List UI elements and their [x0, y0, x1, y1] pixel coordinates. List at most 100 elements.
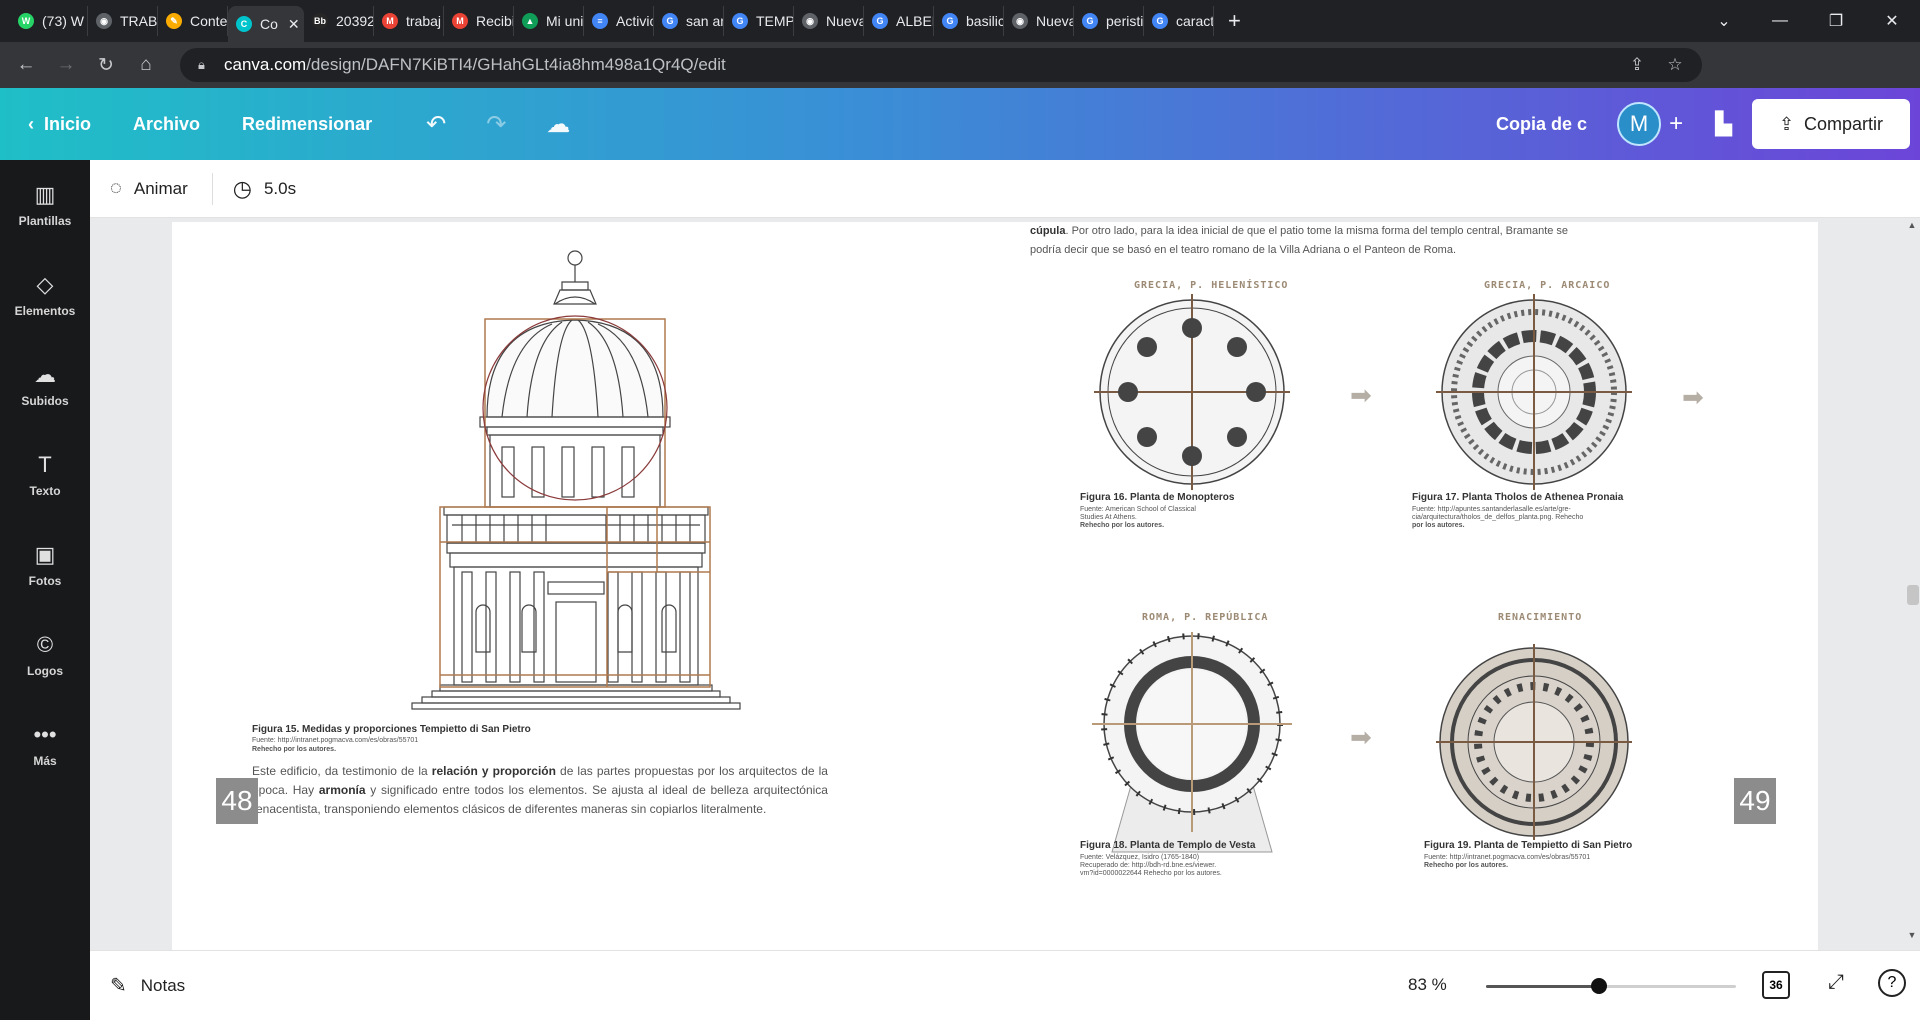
scroll-up-icon[interactable]: ▲ [1904, 220, 1920, 230]
share-button[interactable]: ⇪ Compartir [1752, 99, 1910, 149]
clock-icon: ◷ [232, 175, 252, 201]
file-menu-button[interactable]: Archivo [133, 114, 200, 135]
forward-icon[interactable]: → [46, 54, 86, 76]
tab-label: Conte [190, 13, 228, 29]
design-canvas: Figura 15. Medidas y proporciones Tempie… [90, 218, 1920, 950]
bookmark-star-icon[interactable]: ☆ [1658, 55, 1692, 75]
browser-tab[interactable]: G TEMPL [724, 6, 794, 36]
browser-tab[interactable]: ≡ Activic [584, 6, 654, 36]
notes-button[interactable]: ✎ Notas [110, 973, 185, 998]
undo-icon[interactable]: ↶ [426, 110, 446, 139]
sidebar-item-icon: ▣ [34, 542, 56, 567]
tab-favicon-icon: ◉ [96, 13, 112, 29]
tab-close-icon[interactable]: ✕ [288, 16, 300, 33]
insights-chart-icon[interactable]: ▙ [1715, 111, 1732, 137]
redo-icon[interactable]: ↷ [486, 110, 506, 139]
browser-tab[interactable]: ▲ Mi uni [514, 6, 584, 36]
url-host: canva.com [224, 55, 307, 74]
share-label: Compartir [1804, 113, 1884, 134]
sidebar-item-icon: ◇ [36, 272, 54, 297]
figure19-note: Rehecho por los autores. [1424, 862, 1509, 869]
sidebar-item[interactable]: ☁ Subidos [0, 340, 90, 430]
home-icon[interactable]: ⌂ [126, 54, 166, 76]
reload-icon[interactable]: ↻ [86, 54, 126, 77]
browser-tab[interactable]: Gperisti [1074, 6, 1144, 36]
sidebar-item[interactable]: ▥ Plantillas [0, 160, 90, 250]
help-button[interactable]: ? [1878, 969, 1906, 997]
cloud-saved-icon[interactable]: ☁ [546, 110, 570, 139]
home-button[interactable]: ‹ Inicio [28, 114, 91, 135]
tab-favicon-icon: ▲ [522, 13, 538, 29]
sidebar-item[interactable]: ◇ Elementos [0, 250, 90, 340]
document-spread[interactable]: Figura 15. Medidas y proporciones Tempie… [172, 222, 1818, 950]
scroll-thumb[interactable] [1907, 585, 1919, 605]
avatar[interactable]: M [1617, 102, 1662, 146]
address-bar-row: ← → ↻ ⌂ 🔒︎ canva.com/design/DAFN7KiBTI4/… [0, 42, 1920, 116]
figure17-caption: Figura 17. Planta Tholos de Athenea Pron… [1412, 492, 1624, 503]
close-window-icon[interactable]: ✕ [1864, 11, 1920, 31]
tab-search-icon[interactable]: ⌄ [1696, 11, 1752, 31]
vertical-scrollbar[interactable]: ▲ ▼ [1904, 220, 1920, 940]
scroll-down-icon[interactable]: ▼ [1904, 930, 1920, 940]
tab-label: 20392 [336, 13, 374, 29]
browser-tab[interactable]: ◉ Nueva [1004, 6, 1074, 36]
arrow-icon: ➡ [1350, 380, 1372, 410]
zoom-value[interactable]: 83 % [1408, 975, 1447, 995]
bottom-bar: ✎ Notas 83 % 36 ⤢ ? [90, 950, 1920, 1020]
tab-favicon-icon: W [18, 13, 34, 29]
browser-tab[interactable]: Gcaract [1144, 6, 1214, 36]
intro-text-2: podría decir que se basó en el teatro ro… [1030, 244, 1457, 256]
maximize-icon[interactable]: ❐ [1808, 11, 1864, 31]
monopteros-plan-drawing [1094, 294, 1290, 490]
figure19-caption: Figura 19. Planta de Tempietto di San Pi… [1424, 840, 1633, 851]
header-right: Copia de c M + ▙ ⇪ Compartir [1496, 98, 1910, 150]
animate-button[interactable]: ◌ Animar [110, 177, 188, 200]
sidebar-item[interactable]: T Texto [0, 430, 90, 520]
section-title-renacimiento: RENACIMIENTO [1498, 612, 1583, 623]
back-icon[interactable]: ← [6, 54, 46, 76]
add-collaborator-icon[interactable]: + [1669, 110, 1683, 138]
tab-favicon-icon: G [662, 13, 678, 29]
design-title[interactable]: Copia de c [1496, 114, 1587, 135]
page-count-button[interactable]: 36 [1762, 971, 1790, 999]
tab-favicon-icon: ≡ [592, 13, 608, 29]
browser-tab[interactable]: Mtrabaj [374, 6, 444, 36]
tab-label: TEMPL [756, 13, 794, 29]
fullscreen-icon[interactable]: ⤢ [1828, 971, 1844, 994]
minimize-icon[interactable]: — [1752, 12, 1808, 30]
sidebar-item[interactable]: ••• Más [0, 700, 90, 790]
new-tab-icon[interactable]: + [1228, 8, 1241, 34]
browser-tab[interactable]: G ALBER [864, 6, 934, 36]
browser-tab[interactable]: C Co ✕ [228, 6, 304, 42]
tempietto-elevation-drawing [411, 250, 741, 710]
sidebar-item-icon: ••• [33, 722, 57, 747]
duration-button[interactable]: ◷ 5.0s [233, 176, 296, 202]
share-page-icon[interactable]: ⇪ [1620, 55, 1654, 75]
zoom-slider[interactable] [1486, 978, 1736, 994]
browser-tab[interactable]: ◉ Nueva [794, 6, 864, 36]
figure18-caption: Figura 18. Planta de Templo de Vesta [1080, 840, 1256, 851]
figure15-caption: Figura 15. Medidas y proporciones Tempie… [252, 724, 531, 735]
zoom-slider-knob[interactable] [1590, 978, 1607, 994]
tab-favicon-icon: C [236, 16, 252, 32]
sidebar-item[interactable]: © Logos [0, 610, 90, 700]
tab-label: caract [1176, 13, 1214, 29]
figure15-note: Rehecho por los autores. [252, 746, 337, 753]
sidebar-item[interactable]: ▣ Fotos [0, 520, 90, 610]
editor-header: ‹ Inicio Archivo Redimensionar ↶ ↷ ☁ Cop… [0, 88, 1920, 160]
browser-tab[interactable]: Bb 20392 [304, 6, 374, 36]
browser-tab[interactable]: Gbasilic [934, 6, 1004, 36]
url-field[interactable]: 🔒︎ canva.com/design/DAFN7KiBTI4/GHahGLt4… [180, 48, 1702, 82]
tab-label: TRABA [120, 13, 158, 29]
duration-value: 5.0s [263, 178, 297, 198]
sidebar-item-label: Elementos [14, 304, 76, 318]
animate-label: Animar [133, 178, 188, 198]
browser-tab[interactable]: ◉ TRABA [88, 6, 158, 36]
browser-tab[interactable]: ✎ Conte [158, 6, 228, 36]
browser-tab[interactable]: M Recibi [444, 6, 514, 36]
browser-tab[interactable]: Gsan an [654, 6, 724, 36]
browser-tab[interactable]: W (73) W [10, 6, 88, 36]
resize-button[interactable]: Redimensionar [242, 114, 372, 135]
tab-favicon-icon: G [942, 13, 958, 29]
tab-label: Nueva [1036, 13, 1074, 29]
